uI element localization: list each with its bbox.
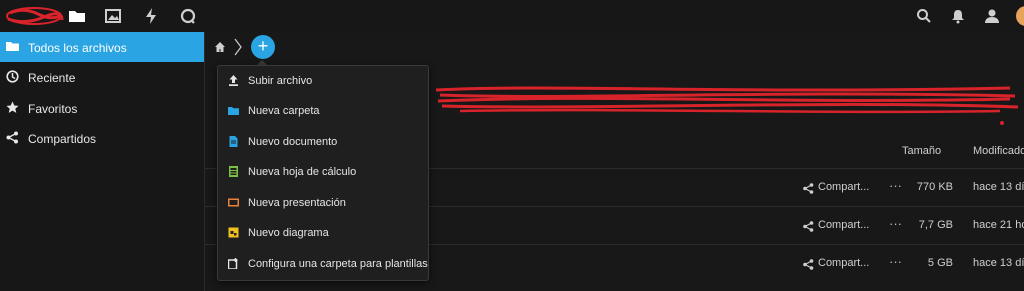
folder-icon [228, 107, 239, 115]
file-modified: hace 13 día [973, 181, 1024, 193]
menu-item-new-presentation[interactable]: Nueva presentación [218, 188, 428, 218]
clock-icon [6, 70, 19, 83]
file-modified: hace 13 día [973, 257, 1024, 269]
share-button[interactable]: Compart... [818, 181, 869, 193]
sidebar-item-recent[interactable]: Reciente [0, 62, 204, 92]
sidebar-item-label: Todos los archivos [28, 41, 127, 55]
star-icon [6, 101, 19, 113]
sidebar-item-favorites[interactable]: Favoritos [0, 93, 204, 123]
files-icon[interactable] [68, 7, 86, 25]
notifications-icon[interactable] [949, 7, 967, 25]
column-header-modified[interactable]: Modificado [973, 145, 1024, 157]
activity-icon[interactable] [142, 7, 160, 25]
sidebar-item-label: Favoritos [28, 102, 78, 116]
search-icon[interactable] [915, 7, 933, 25]
share-icon[interactable] [803, 183, 814, 194]
menu-item-label: Subir archivo [248, 75, 313, 87]
share-button[interactable]: Compart... [818, 257, 869, 269]
diagram-icon [228, 227, 239, 238]
menu-item-upload[interactable]: Subir archivo [218, 66, 428, 96]
folder-icon [6, 42, 19, 51]
sidebar-item-label: Compartidos [28, 132, 97, 146]
upload-icon [229, 75, 238, 86]
new-button[interactable]: + [251, 35, 275, 59]
document-icon [229, 136, 238, 147]
file-modified: hace 21 ho [973, 219, 1024, 231]
menu-item-new-spreadsheet[interactable]: Nueva hoja de cálculo [218, 157, 428, 187]
column-header-size[interactable]: Tamaño [902, 145, 941, 157]
menu-item-new-folder[interactable]: Nueva carpeta [218, 96, 428, 126]
file-size: 770 KB [916, 181, 953, 193]
share-icon[interactable] [803, 221, 814, 232]
share-button[interactable]: Compart... [818, 219, 869, 231]
top-bar [0, 0, 1024, 32]
menu-item-label: Nuevo diagrama [248, 227, 329, 239]
share-icon[interactable] [803, 259, 814, 270]
template-folder-icon [228, 258, 238, 269]
redacted-content [435, 86, 1019, 125]
menu-item-label: Nuevo documento [248, 136, 338, 148]
menu-item-label: Nueva hoja de cálculo [248, 166, 357, 178]
sidebar-item-shared[interactable]: Compartidos [0, 123, 204, 153]
talk-icon[interactable] [179, 7, 197, 25]
file-size: 5 GB [927, 257, 953, 269]
menu-item-label: Configura una carpeta para plantillas [248, 258, 428, 270]
presentation-icon [228, 198, 239, 207]
sidebar-item-all-files[interactable]: Todos los archivos [0, 32, 204, 62]
new-menu: Subir archivo Nueva carpeta Nuevo docume… [217, 65, 429, 281]
contacts-icon[interactable] [983, 7, 1001, 25]
menu-item-new-document[interactable]: Nuevo documento [218, 127, 428, 157]
breadcrumb-separator-icon [234, 38, 242, 56]
menu-item-label: Nueva carpeta [248, 105, 320, 117]
home-icon[interactable] [214, 41, 226, 53]
photos-icon[interactable] [104, 7, 122, 25]
avatar[interactable] [1016, 6, 1024, 26]
menu-item-label: Nueva presentación [248, 197, 346, 209]
sidebar-item-label: Reciente [28, 71, 76, 85]
spreadsheet-icon [229, 166, 238, 177]
logo-icon[interactable] [4, 5, 64, 27]
file-size: 7,7 GB [918, 219, 953, 231]
share-icon [6, 131, 18, 144]
menu-item-new-diagram[interactable]: Nuevo diagrama [218, 218, 428, 248]
menu-item-template-folder[interactable]: Configura una carpeta para plantillas [218, 249, 428, 279]
sidebar: Todos los archivos Reciente Favoritos Co… [0, 32, 205, 291]
